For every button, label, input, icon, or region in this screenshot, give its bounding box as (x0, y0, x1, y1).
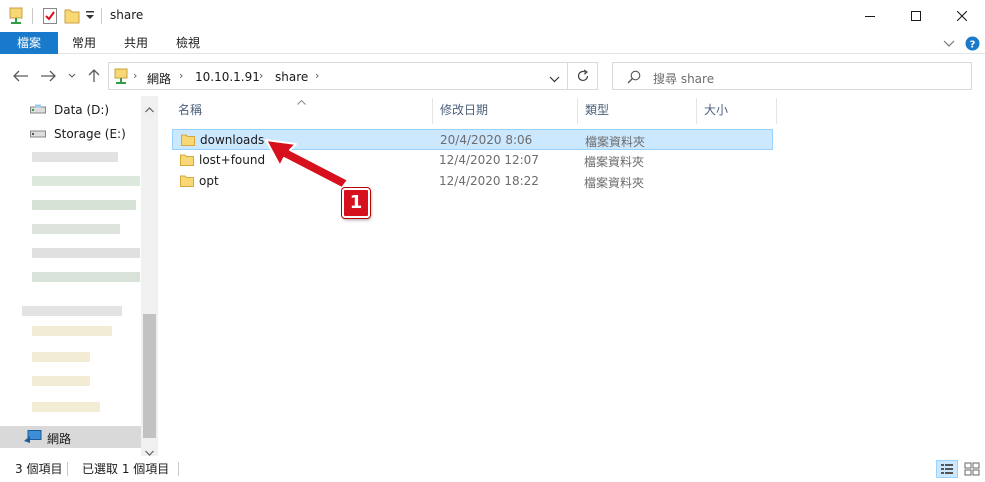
breadcrumb-network[interactable]: 網路 (147, 70, 171, 87)
file-date: 20/4/2020 8:06 (440, 133, 533, 147)
close-button[interactable] (939, 0, 985, 32)
nav-item-network[interactable]: 網路 (0, 426, 141, 448)
breadcrumb-host[interactable]: 10.10.1.91 (195, 70, 260, 84)
network-drive-icon (8, 7, 24, 28)
tab-file[interactable]: 檔案 (0, 32, 58, 54)
folder-icon (180, 175, 194, 187)
obscured-nav-item (32, 376, 90, 386)
details-view-button[interactable] (936, 460, 958, 478)
maximize-button[interactable] (893, 0, 939, 32)
svg-text:?: ? (970, 40, 976, 51)
tab-share[interactable]: 共用 (116, 32, 156, 54)
file-type: 檔案資料夾 (584, 176, 645, 190)
obscured-nav-item (32, 248, 140, 258)
nav-item-storage-drive[interactable]: Storage (E:) (30, 124, 126, 144)
obscured-nav-item (32, 326, 112, 336)
network-icon (114, 68, 128, 88)
column-divider[interactable] (776, 98, 777, 124)
folder-icon (181, 134, 195, 146)
obscured-nav-item (32, 402, 100, 412)
column-header-size[interactable]: 大小 (696, 96, 776, 124)
status-selected-count: 已選取 1 個項目 (82, 462, 170, 476)
obscured-nav-item (22, 306, 122, 316)
customize-toolbar-icon[interactable] (85, 9, 95, 24)
address-bar[interactable]: › 網路 › 10.10.1.91 › share › (108, 62, 568, 90)
window-title: share (110, 8, 144, 22)
breadcrumb-share[interactable]: share (275, 70, 308, 84)
status-divider (178, 462, 179, 476)
obscured-nav-item (32, 272, 140, 282)
large-icons-view-button[interactable] (962, 460, 982, 478)
status-item-count: 3 個項目 (15, 462, 63, 476)
scroll-down-icon[interactable] (145, 445, 154, 459)
nav-scrollbar[interactable] (141, 96, 158, 456)
breadcrumb-separator-icon[interactable]: › (179, 69, 183, 82)
new-folder-icon[interactable] (64, 7, 80, 28)
recent-locations-chevron-icon[interactable] (66, 66, 78, 86)
search-icon (627, 70, 641, 87)
file-name: opt (199, 174, 219, 188)
breadcrumb-separator-icon[interactable]: › (133, 69, 137, 82)
drive-icon (30, 127, 48, 141)
file-name: downloads (200, 133, 265, 147)
tab-home[interactable]: 常用 (64, 32, 104, 54)
obscured-nav-item (32, 176, 140, 186)
obscured-nav-item (32, 152, 118, 162)
breadcrumb-separator-icon[interactable]: › (259, 69, 263, 82)
up-button[interactable] (85, 66, 103, 86)
scroll-up-icon[interactable] (145, 102, 154, 116)
network-icon (24, 430, 42, 447)
file-date: 12/4/2020 12:07 (439, 153, 539, 167)
file-type: 檔案資料夾 (584, 155, 645, 169)
folder-icon (180, 154, 194, 166)
obscured-nav-item (32, 352, 90, 362)
file-name: lost+found (199, 153, 266, 167)
nav-scrollbar-thumb[interactable] (143, 314, 156, 438)
expand-ribbon-icon[interactable] (943, 37, 955, 52)
navigation-pane: Data (D:) Storage (E:) 網路 (0, 96, 158, 456)
title-bar: share (0, 0, 985, 32)
file-type: 檔案資料夾 (585, 135, 646, 149)
file-date: 12/4/2020 18:22 (439, 174, 539, 188)
annotation-arrow (265, 139, 349, 189)
drive-icon (30, 103, 48, 117)
annotation-badge: 1 (342, 188, 370, 218)
breadcrumb-separator-icon[interactable]: › (315, 69, 319, 82)
search-box[interactable]: 搜尋 share (612, 62, 972, 90)
forward-button[interactable] (38, 66, 58, 86)
nav-item-data-drive[interactable]: Data (D:) (30, 100, 109, 120)
properties-icon[interactable] (42, 7, 58, 28)
address-history-chevron-icon[interactable] (549, 72, 560, 86)
back-button[interactable] (11, 66, 31, 86)
search-input[interactable]: 搜尋 share (653, 70, 714, 87)
obscured-nav-item (32, 200, 136, 210)
tab-view[interactable]: 檢視 (168, 32, 208, 54)
status-divider (67, 462, 68, 476)
help-icon[interactable]: ? (965, 36, 980, 54)
column-header-name[interactable]: 名稱 (170, 96, 432, 124)
obscured-nav-item (32, 224, 120, 234)
toolbar-divider (32, 8, 33, 24)
ribbon: 檔案 常用 共用 檢視 ? (0, 32, 985, 54)
toolbar-divider (101, 8, 102, 24)
column-header-type[interactable]: 類型 (577, 96, 696, 124)
refresh-button[interactable] (568, 62, 598, 90)
minimize-button[interactable] (847, 0, 893, 32)
column-header-date[interactable]: 修改日期 (432, 96, 577, 124)
